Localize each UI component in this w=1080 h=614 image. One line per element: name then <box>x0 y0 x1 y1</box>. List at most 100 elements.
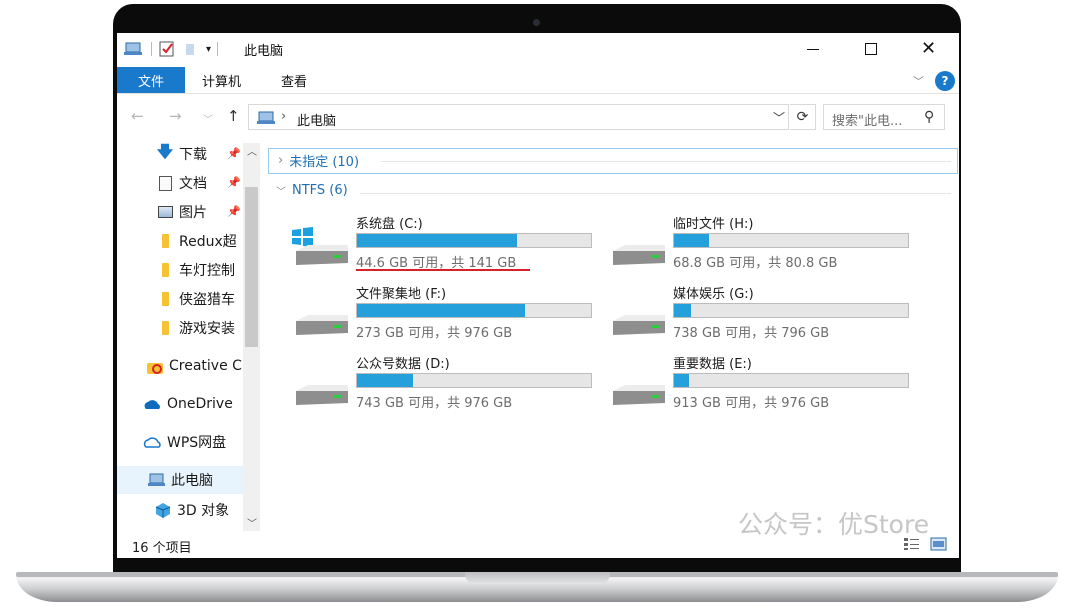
expand-ribbon-chevron-icon[interactable]: ﹀ <box>913 73 924 89</box>
picture-icon <box>155 206 175 218</box>
search-icon: ⚲ <box>924 109 935 125</box>
drive-usage-fill <box>357 304 526 317</box>
group-header-ntfs[interactable]: ﹀ NTFS (6) <box>276 183 348 198</box>
onedrive-icon <box>143 397 163 411</box>
computer-icon <box>257 111 275 124</box>
drive-space-text: 743 GB 可用，共 976 GB <box>356 396 513 411</box>
pin-icon[interactable]: 📌 <box>227 176 241 189</box>
address-bar[interactable]: › 此电脑 ﹀ <box>248 104 789 130</box>
drive-usage-bar <box>673 303 909 318</box>
sidebar-item-label: WPS网盘 <box>167 435 227 451</box>
back-button[interactable]: ← <box>131 107 144 125</box>
drive-usage-bar <box>356 373 592 388</box>
sidebar-scrollbar[interactable]: ︿ ﹀ <box>243 143 260 531</box>
file-explorer-window: ▾ 此电脑 ✕ 文件 计算机 查看 ﹀ ? ← → ﹀ ↑ › 此电脑 ﹀ ⟳ <box>117 33 959 558</box>
laptop-notch <box>465 572 610 584</box>
window-title: 此电脑 <box>244 44 284 59</box>
close-button[interactable]: ✕ <box>909 37 949 61</box>
cloud-icon <box>143 435 163 449</box>
sidebar-item-label: Redux超 <box>179 234 237 250</box>
sidebar-item-documents[interactable]: 文档 <box>155 169 281 197</box>
sidebar-item-this-pc[interactable]: 此电脑 <box>147 466 243 494</box>
drive-space-text: 738 GB 可用，共 796 GB <box>673 326 830 341</box>
forward-button[interactable]: → <box>169 107 182 125</box>
refresh-button[interactable]: ⟳ <box>790 104 816 130</box>
drive-usage-fill <box>674 304 692 317</box>
sidebar-item-folder[interactable]: 侠盗猎车 <box>155 285 243 313</box>
sidebar-item-folder[interactable]: 车灯控制 <box>155 256 243 284</box>
folder-icon <box>155 234 175 248</box>
hard-drive-icon <box>613 245 665 265</box>
sidebar-item-creative-cloud[interactable]: Creative C <box>145 352 243 380</box>
drive-usage-fill <box>357 234 518 247</box>
3d-objects-icon <box>153 501 173 519</box>
computer-icon <box>124 42 142 55</box>
tab-computer[interactable]: 计算机 <box>202 67 241 93</box>
group-divider <box>381 161 951 162</box>
help-button[interactable]: ? <box>935 71 955 91</box>
sidebar-item-label: 车灯控制 <box>179 263 235 279</box>
details-view-icon[interactable] <box>903 537 920 551</box>
maximize-button[interactable] <box>851 37 891 61</box>
download-icon: 🡇 <box>156 141 174 161</box>
tab-view[interactable]: 查看 <box>281 67 307 93</box>
search-input[interactable]: 搜索"此电... ⚲ <box>823 104 945 130</box>
hard-drive-icon <box>296 315 348 335</box>
camera-dot <box>533 19 540 26</box>
sidebar-item-folder[interactable]: Redux超 <box>155 227 243 255</box>
sidebar-item-label: Creative C <box>169 358 242 374</box>
group-label: 未指定 (10) <box>289 155 360 170</box>
scrollbar-thumb[interactable] <box>245 187 258 347</box>
drive-space-text: 273 GB 可用，共 976 GB <box>356 326 513 341</box>
folder-icon <box>155 263 175 277</box>
recent-locations-chevron-icon[interactable]: ﹀ <box>203 111 213 126</box>
maximize-icon <box>865 43 877 55</box>
pin-icon[interactable]: 📌 <box>227 205 241 218</box>
drive-usage-fill <box>674 374 690 387</box>
watermark-text: 公众号：优Store <box>738 510 930 539</box>
large-icons-view-icon[interactable] <box>930 537 947 551</box>
breadcrumb-current[interactable]: 此电脑 <box>297 110 336 129</box>
sidebar-item-folder[interactable]: 游戏安装 <box>155 314 243 342</box>
computer-icon <box>147 472 167 488</box>
sidebar-item-pictures[interactable]: 图片 <box>155 198 281 226</box>
hard-drive-icon <box>296 385 348 405</box>
up-button[interactable]: ↑ <box>227 107 240 125</box>
group-header-unspecified[interactable]: › 未指定 (10) <box>278 151 359 170</box>
minimize-button[interactable] <box>793 37 833 61</box>
drive-space-text: 68.8 GB 可用，共 80.8 GB <box>673 256 838 271</box>
document-icon <box>155 175 175 191</box>
hard-drive-icon <box>613 385 665 405</box>
hard-drive-icon <box>296 245 348 265</box>
sidebar-item-label: 此电脑 <box>171 473 213 489</box>
new-folder-icon[interactable] <box>182 40 204 58</box>
drive-usage-fill <box>674 234 709 247</box>
customize-toolbar-chevron-icon[interactable]: ▾ <box>206 44 211 55</box>
tab-file[interactable]: 文件 <box>117 67 185 93</box>
address-dropdown-chevron-icon[interactable]: ﹀ <box>773 109 785 126</box>
sidebar-item-label: OneDrive <box>167 396 233 412</box>
group-divider <box>360 193 951 194</box>
drive-name: 系统盘 (C:) <box>356 217 423 232</box>
chevron-down-icon: ﹀ <box>276 187 286 198</box>
sidebar-item-downloads[interactable]: 🡇 下载 <box>155 140 281 168</box>
drive-usage-bar <box>673 373 909 388</box>
sidebar-item-label: 3D 对象 <box>177 503 230 519</box>
sidebar-item-label: 游戏安装 <box>179 321 235 337</box>
sidebar-item-label: 下载 <box>179 147 207 163</box>
close-icon: ✕ <box>921 38 937 59</box>
scroll-up-chevron-icon[interactable]: ︿ <box>247 143 257 158</box>
highlight-underline <box>356 269 530 271</box>
folder-icon <box>155 321 175 335</box>
drive-usage-bar <box>356 233 592 248</box>
drive-name: 重要数据 (E:) <box>673 357 752 372</box>
breadcrumb-separator-icon[interactable]: › <box>281 109 286 124</box>
search-placeholder: 搜索"此电... <box>832 114 903 129</box>
pin-icon[interactable]: 📌 <box>227 147 241 160</box>
drive-name: 文件聚集地 (F:) <box>356 287 447 302</box>
properties-icon[interactable] <box>158 40 176 58</box>
toolbar-divider <box>217 42 219 56</box>
sidebar-item-3d-objects[interactable]: 3D 对象 <box>153 496 243 524</box>
scroll-down-chevron-icon[interactable]: ﹀ <box>247 515 257 530</box>
sidebar-item-label: 侠盗猎车 <box>179 292 235 308</box>
